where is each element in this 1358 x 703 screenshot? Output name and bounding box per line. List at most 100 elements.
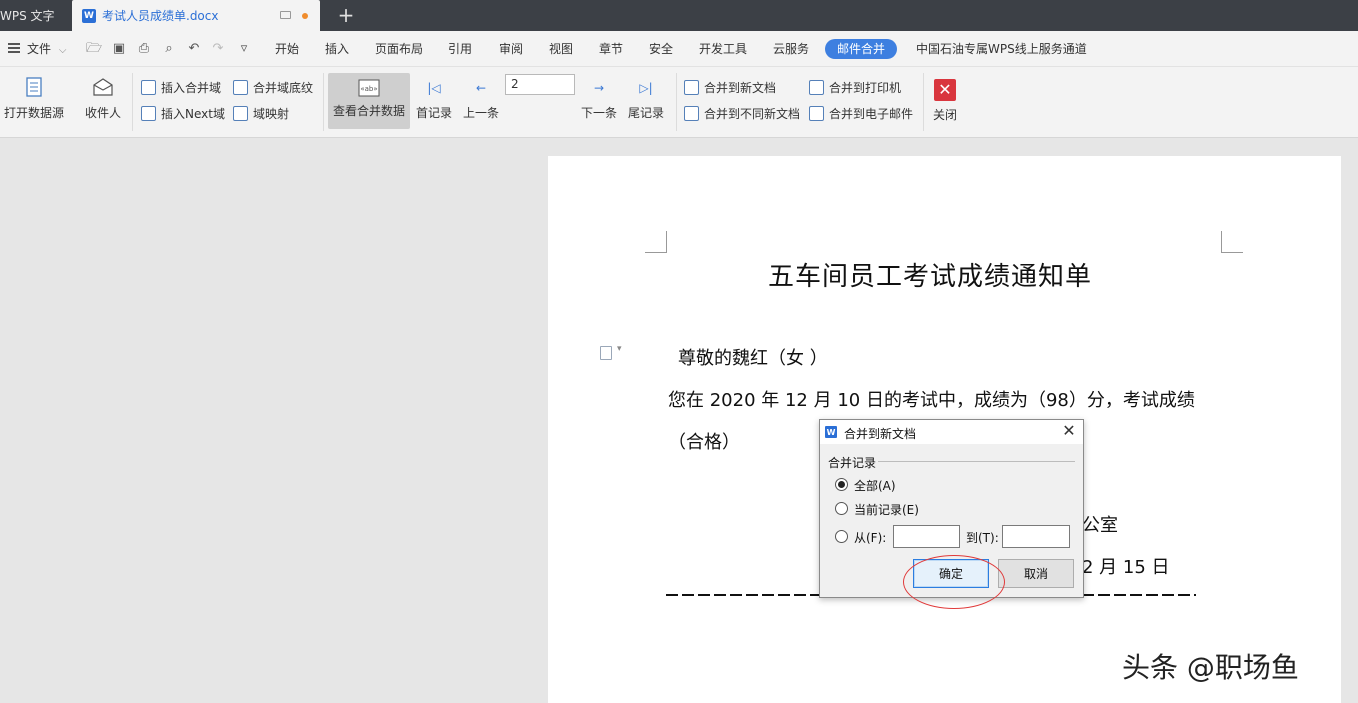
record-number-input[interactable]: 2 [505,74,575,95]
save-icon[interactable]: ▣ [111,41,127,57]
menu-page-layout[interactable]: 页面布局 [375,40,423,58]
printer-icon [809,79,824,95]
abc-preview-icon: «ab» [358,79,380,97]
view-merged-data-label: 查看合并数据 [333,104,406,118]
insert-next-field-label: 插入Next域 [161,106,225,121]
new-tab-button[interactable]: + [336,4,356,26]
tab-app-label: WPS 文字 [0,9,55,23]
group-divider [878,461,1075,462]
left-arrow-icon: ← [475,81,487,95]
new-doc-icon [684,79,699,95]
dialog-title: 合并到新文档 [844,427,917,441]
radio-from-label[interactable]: 从(F): [854,529,886,546]
field-mapping-label: 域映射 [253,106,290,121]
print-icon[interactable]: ⎙ [136,41,152,57]
group-label: 合并记录 [828,456,877,470]
margin-corner-mark [645,231,667,253]
menu-chapter[interactable]: 章节 [599,40,623,58]
first-record-button[interactable]: |◁ 首记录 [416,81,452,121]
from-input[interactable] [893,525,960,548]
merge-to-email-button[interactable]: 合并到电子邮件 [809,104,913,122]
menu-home[interactable]: 开始 [275,40,299,58]
next-record-label: 下一条 [581,106,618,120]
separator [923,73,924,131]
title-bar: WPS 文字 W 考试人员成绩单.docx + [0,0,1358,31]
wps-writer-icon: W [82,8,96,23]
to-input[interactable] [1002,525,1070,548]
first-record-label: 首记录 [416,106,453,120]
margin-corner-mark [1221,231,1243,253]
cancel-button[interactable]: 取消 [998,559,1074,588]
merge-to-email-label: 合并到电子邮件 [829,106,914,121]
insert-merge-field-label: 插入合并域 [161,80,222,95]
diff-docs-icon [684,105,699,121]
prev-record-button[interactable]: ← 上一条 [463,81,499,121]
tab-document[interactable]: W 考试人员成绩单.docx [72,0,320,31]
document-title: 五车间员工考试成绩通知单 [768,262,1093,292]
last-record-label: 尾记录 [628,106,665,120]
menu-review[interactable]: 审阅 [499,40,523,58]
watermark: 头条 @职场鱼 [1122,651,1299,684]
insert-merge-field-button[interactable]: 插入合并域 [141,78,221,96]
radio-all[interactable] [835,478,848,491]
menu-insert[interactable]: 插入 [325,40,349,58]
prev-record-label: 上一条 [463,106,500,120]
menu-file[interactable]: 文件 ⌵ [27,40,66,58]
shading-icon [233,79,248,95]
recipients-button[interactable]: 收件人 [85,75,121,121]
wps-writer-icon: W [825,426,837,438]
merge-to-printer-label: 合并到打印机 [829,80,902,95]
separator [132,73,133,131]
last-record-button[interactable]: ▷| 尾记录 [628,81,664,121]
dialog-close-button[interactable]: ✕ [1060,422,1078,440]
open-folder-icon[interactable]: 🗁 [86,41,102,57]
menu-file-label: 文件 [27,42,52,56]
monitor-icon[interactable] [280,11,291,19]
field-mapping-icon [233,105,248,121]
merge-to-new-doc-label: 合并到新文档 [704,80,777,95]
separator [676,73,677,131]
next-field-icon [141,105,156,121]
separator [323,73,324,131]
radio-current-label[interactable]: 当前记录(E) [854,501,919,518]
ribbon: 打开数据源 收件人 插入合并域 插入Next域 合并域底纹 域映射 «ab» 查… [0,67,1358,138]
menu-mail-merge[interactable]: 邮件合并 [825,39,898,59]
first-record-icon: |◁ [427,81,441,95]
to-label: 到(T): [966,531,999,545]
last-record-icon: ▷| [639,81,653,95]
close-mail-merge-button[interactable]: ✕ 关闭 [933,79,957,123]
recipients-label: 收件人 [85,106,122,120]
merge-to-new-doc-button[interactable]: 合并到新文档 [684,78,776,96]
tab-wps-home[interactable]: WPS 文字 [0,0,70,31]
merge-field-shading-label: 合并域底纹 [253,80,314,95]
undo-icon[interactable]: ↶ [186,41,202,57]
view-merged-data-content: «ab» 查看合并数据 [333,79,405,119]
next-record-button[interactable]: → 下一条 [581,81,617,121]
open-data-source-label: 打开数据源 [4,106,65,120]
redo-icon[interactable]: ↷ [210,41,226,57]
radio-current[interactable] [835,502,848,515]
open-data-source-button[interactable]: 打开数据源 [4,75,64,121]
merge-to-printer-button[interactable]: 合并到打印机 [809,78,901,96]
menu-developer[interactable]: 开发工具 [699,40,747,58]
radio-from[interactable] [835,530,848,543]
insert-next-field-button[interactable]: 插入Next域 [141,104,225,122]
close-icon: ✕ [934,79,956,101]
paragraph-options-icon[interactable] [600,344,622,360]
print-preview-icon[interactable]: ⌕ [161,41,177,57]
hamburger-icon[interactable] [8,43,20,53]
merge-to-diff-docs-button[interactable]: 合并到不同新文档 [684,104,800,122]
data-source-icon [22,75,46,99]
menu-cloud[interactable]: 云服务 [773,40,809,58]
dialog-title-bar[interactable]: W 合并到新文档 ✕ [820,420,1083,444]
field-mapping-button[interactable]: 域映射 [233,104,289,122]
customize-dropdown-icon[interactable]: ▿ [236,41,252,57]
close-label: 关闭 [933,108,958,122]
menu-bar: 文件 ⌵ 🗁 ▣ ⎙ ⌕ ↶ ↷ ▿ 开始 插入 页面布局 引用 审阅 视图 章… [0,31,1358,67]
menu-service-channel[interactable]: 中国石油专属WPS线上服务通道 [916,40,1087,58]
menu-security[interactable]: 安全 [649,40,673,58]
merge-field-shading-button[interactable]: 合并域底纹 [233,78,313,96]
radio-all-label[interactable]: 全部(A) [854,477,896,494]
menu-references[interactable]: 引用 [448,40,472,58]
menu-view[interactable]: 视图 [549,40,573,58]
